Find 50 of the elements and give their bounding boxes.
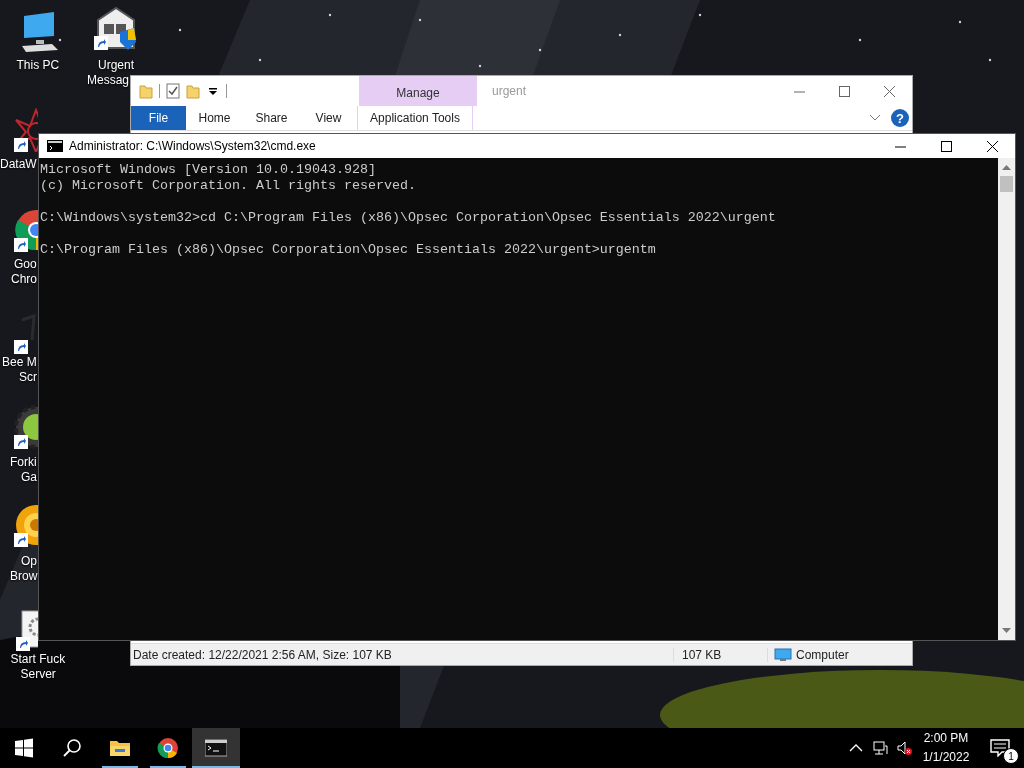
- scroll-up-icon[interactable]: [1002, 164, 1011, 170]
- console-icon: [47, 140, 63, 152]
- status-text: 107 KB: [673, 647, 767, 662]
- file-tab[interactable]: File: [131, 106, 186, 130]
- scrollbar-thumb[interactable]: [1000, 176, 1013, 192]
- console-line: C:\Program Files (x86)\Opsec Corporation\Opsec Essentials 2022\urgent>urgentm: [40, 242, 657, 258]
- console-line: Microsoft Windows [Version 10.0.19043.928]: [40, 162, 377, 178]
- status-text: Date created: 12/22/2021 2:56 AM, Size: 107 KB: [132, 647, 393, 662]
- maximize-button[interactable]: [940, 140, 952, 152]
- console-line: (c) Microsoft Corporation. All rights reserved.: [40, 178, 417, 194]
- icon-label[interactable]: DataW: [0, 157, 37, 172]
- icon-label[interactable]: Brow: [10, 569, 38, 584]
- checklist-icon[interactable]: [166, 83, 180, 99]
- icon-label[interactable]: This PC: [16, 58, 60, 73]
- icon-label[interactable]: Forki: [10, 455, 37, 470]
- icon-label[interactable]: Urgent: [98, 58, 135, 73]
- monitor-icon: [774, 647, 792, 662]
- ribbon-tab[interactable]: Share: [243, 106, 300, 130]
- icon-label[interactable]: Messag: [87, 73, 130, 88]
- taskbar-button[interactable]: [192, 728, 240, 768]
- icon-label[interactable]: Server: [20, 667, 56, 682]
- notification-count: 1: [1003, 748, 1019, 764]
- icon-label[interactable]: Ga: [21, 470, 37, 485]
- context-tab-header: Manage: [359, 76, 477, 106]
- icon-label[interactable]: Chro: [11, 272, 37, 287]
- scroll-down-icon[interactable]: [1002, 628, 1011, 634]
- chevron-icon[interactable]: [869, 114, 881, 122]
- starburst-icon[interactable]: [14, 108, 38, 152]
- ribbon-tab[interactable]: View: [300, 106, 357, 130]
- window-title: urgent: [491, 83, 528, 100]
- clock-time[interactable]: 2:00 PM: [923, 729, 969, 748]
- icon-label[interactable]: Op: [21, 554, 37, 569]
- status-text: Computer: [796, 647, 849, 662]
- console-icon[interactable]: [205, 737, 227, 759]
- help-button[interactable]: ?: [891, 109, 909, 127]
- icon-label[interactable]: Bee M: [2, 355, 37, 370]
- network-icon[interactable]: [872, 740, 888, 756]
- ribbon-tab[interactable]: Home: [186, 106, 243, 130]
- console-line: C:\Windows\system32>cd C:\Program Files (x86)\Opsec Corporation\Opsec Essentials 2022\urgent: [40, 210, 777, 226]
- icon-label[interactable]: Goo: [14, 257, 37, 272]
- icon-label[interactable]: Start Fuck: [10, 652, 66, 667]
- notification-icon[interactable]: [990, 739, 1010, 757]
- window-title: Administrator: C:\Windows\System32\cmd.exe: [69, 139, 317, 153]
- clock-date[interactable]: 1/1/2022: [922, 748, 970, 767]
- icon-label[interactable]: Scr: [19, 370, 37, 385]
- windows-logo-icon[interactable]: [13, 737, 35, 759]
- search-icon[interactable]: [61, 737, 83, 759]
- ring-logo-icon[interactable]: [157, 737, 179, 759]
- muted-speaker-icon[interactable]: [896, 740, 912, 756]
- close-button[interactable]: [986, 140, 998, 152]
